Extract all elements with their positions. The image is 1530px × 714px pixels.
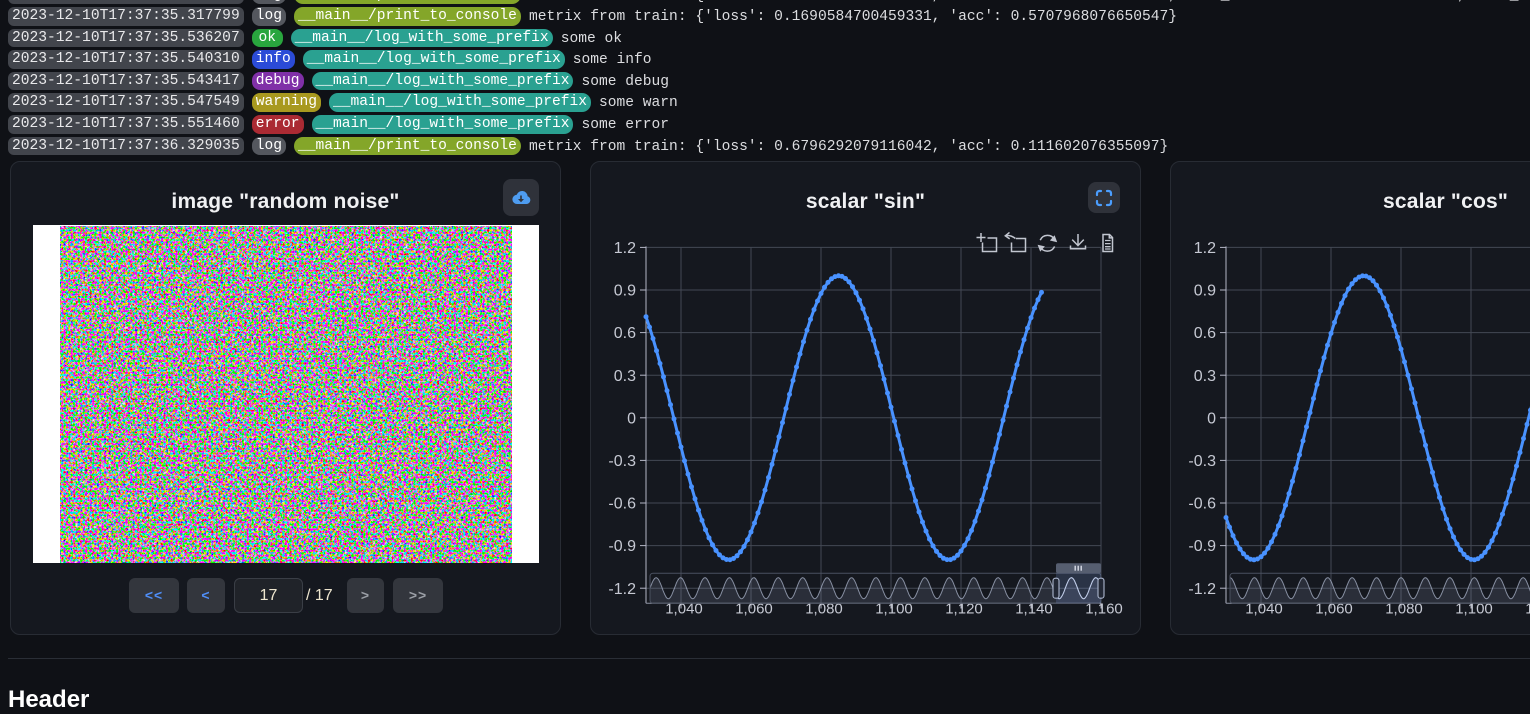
svg-text:1.2: 1.2 [614,240,636,257]
svg-text:0.9: 0.9 [1194,283,1216,300]
svg-text:0.9: 0.9 [614,283,636,300]
svg-text:-0.6: -0.6 [608,496,636,513]
svg-text:-1.2: -1.2 [608,581,636,598]
svg-text:0: 0 [1207,410,1216,427]
svg-text:-0.6: -0.6 [1188,496,1216,513]
svg-text:-0.9: -0.9 [1188,538,1216,555]
svg-text:0.6: 0.6 [614,325,636,342]
svg-text:-0.9: -0.9 [608,538,636,555]
svg-text:-0.3: -0.3 [1188,453,1216,470]
svg-text:0.3: 0.3 [1194,368,1216,385]
svg-text:-0.3: -0.3 [608,453,636,470]
svg-text:-1.2: -1.2 [1188,581,1216,598]
svg-text:0: 0 [627,410,636,427]
svg-text:1.2: 1.2 [1194,240,1216,257]
svg-text:0.6: 0.6 [1194,325,1216,342]
svg-text:0.3: 0.3 [614,368,636,385]
